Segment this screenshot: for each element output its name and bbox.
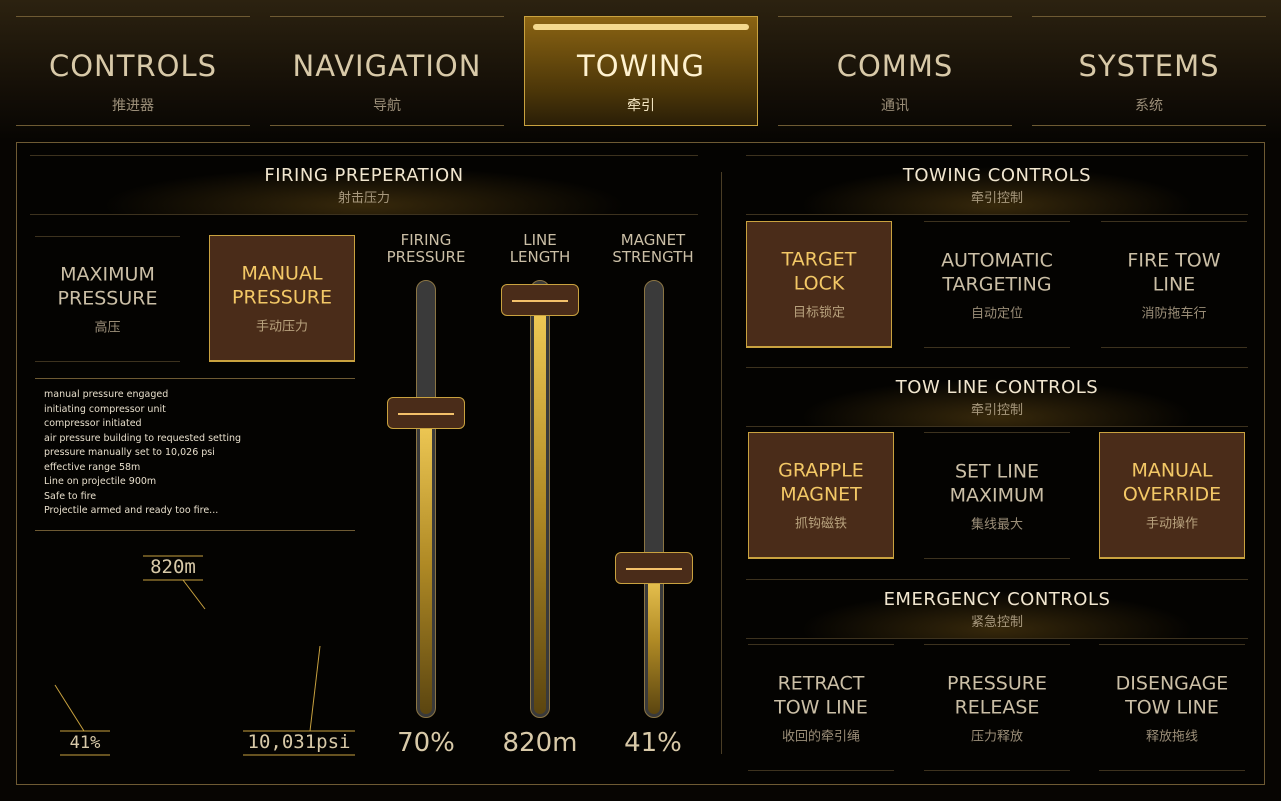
pressure-release-button[interactable]: PRESSURE RELEASE 压力释放 bbox=[924, 644, 1070, 771]
button-sublabel: 收回的牵引绳 bbox=[781, 729, 860, 744]
section-title: TOWING CONTROLS bbox=[902, 165, 1092, 186]
button-label-line1: DISENGAGE bbox=[1115, 672, 1229, 694]
button-label-line1: PRESSURE bbox=[947, 672, 1047, 694]
label-line2: PRESSURE bbox=[386, 248, 466, 266]
button-sublabel: 消防拖车行 bbox=[1141, 306, 1207, 321]
psi-callout: 10,031psi bbox=[247, 731, 351, 753]
panel-divider bbox=[721, 172, 722, 754]
automatic-targeting-button[interactable]: AUTOMATIC TARGETING 自动定位 bbox=[924, 221, 1070, 348]
label-line1: MAGNET bbox=[620, 231, 686, 249]
tab-sublabel: 系统 bbox=[1135, 98, 1163, 114]
emergency-controls-header: EMERGENCY CONTROLS 紧急控制 bbox=[746, 579, 1248, 639]
magnet-strength-slider-handle[interactable] bbox=[615, 552, 693, 584]
tab-sublabel: 通讯 bbox=[881, 98, 909, 114]
manual-override-button[interactable]: MANUAL OVERRIDE 手动操作 bbox=[1099, 432, 1245, 559]
tab-comms[interactable]: COMMS 通讯 bbox=[778, 16, 1012, 126]
retract-tow-line-button[interactable]: RETRACT TOW LINE 收回的牵引绳 bbox=[748, 644, 894, 771]
set-line-maximum-button[interactable]: SET LINE MAXIMUM 集线最大 bbox=[924, 432, 1070, 559]
tab-label: TOWING bbox=[577, 49, 705, 83]
button-label-line1: GRAPPLE bbox=[778, 459, 864, 482]
button-sublabel: 释放拖线 bbox=[1145, 729, 1198, 744]
firing-pressure-slider-track[interactable] bbox=[416, 280, 436, 718]
tab-label: COMMS bbox=[836, 49, 954, 83]
slider-fill bbox=[648, 567, 660, 714]
button-label-line1: SET LINE bbox=[954, 460, 1040, 482]
button-sublabel: 目标锁定 bbox=[792, 305, 845, 321]
button-label-line1: FIRE TOW bbox=[1127, 249, 1221, 271]
button-sublabel: 手动操作 bbox=[1145, 516, 1198, 532]
button-label-line1: TARGET bbox=[781, 248, 857, 271]
firing-pressure-value: 70% bbox=[397, 728, 455, 758]
slider-fill bbox=[534, 299, 546, 714]
percent-callout: 41% bbox=[69, 733, 101, 753]
slider-label-line-length: LINE LENGTH bbox=[490, 232, 590, 266]
tab-towing[interactable]: TOWING 牵引 bbox=[524, 16, 758, 126]
disengage-tow-line-button[interactable]: DISENGAGE TOW LINE 释放拖线 bbox=[1099, 644, 1245, 771]
button-label-line2: MAGNET bbox=[780, 483, 862, 506]
button-sublabel: 抓钩磁铁 bbox=[794, 516, 847, 532]
towing-controls-header: TOWING CONTROLS 牵引控制 bbox=[746, 155, 1248, 215]
section-title: TOW LINE CONTROLS bbox=[895, 377, 1099, 398]
range-callout: 820m bbox=[150, 556, 196, 578]
active-tab-indicator bbox=[533, 24, 749, 30]
button-sublabel: 集线最大 bbox=[970, 517, 1023, 532]
section-subtitle: 紧急控制 bbox=[970, 615, 1023, 630]
label-line1: LINE bbox=[523, 231, 557, 249]
section-title: EMERGENCY CONTROLS bbox=[883, 589, 1111, 610]
button-label-line2: MAXIMUM bbox=[949, 484, 1045, 506]
button-label-line2: TOW LINE bbox=[1125, 696, 1219, 718]
tab-sublabel: 牵引 bbox=[627, 98, 655, 114]
target-lock-button[interactable]: TARGET LOCK 目标锁定 bbox=[746, 221, 892, 348]
button-label-line1: MANUAL bbox=[1131, 459, 1213, 482]
magnet-strength-value: 41% bbox=[624, 728, 682, 758]
grapple-magnet-button[interactable]: GRAPPLE MAGNET 抓钩磁铁 bbox=[748, 432, 894, 559]
button-label-line2: TARGETING bbox=[942, 273, 1052, 295]
slider-label-firing-pressure: FIRING PRESSURE bbox=[376, 232, 476, 266]
fire-tow-line-button[interactable]: FIRE TOW LINE 消防拖车行 bbox=[1101, 221, 1247, 348]
section-subtitle: 牵引控制 bbox=[970, 403, 1023, 418]
section-subtitle: 牵引控制 bbox=[970, 191, 1023, 206]
slider-label-magnet-strength: MAGNET STRENGTH bbox=[603, 232, 703, 266]
label-line2: LENGTH bbox=[509, 248, 571, 266]
label-line2: STRENGTH bbox=[612, 248, 694, 266]
button-sublabel: 自动定位 bbox=[970, 306, 1023, 321]
button-label-line2: TOW LINE bbox=[774, 696, 868, 718]
tab-systems[interactable]: SYSTEMS 系统 bbox=[1032, 16, 1266, 126]
label-line1: FIRING bbox=[400, 231, 452, 249]
button-label-line1: RETRACT bbox=[777, 672, 865, 694]
button-sublabel: 压力释放 bbox=[970, 729, 1023, 744]
button-label-line2: LOCK bbox=[793, 272, 845, 295]
tow-line-controls-header: TOW LINE CONTROLS 牵引控制 bbox=[746, 367, 1248, 427]
firing-pressure-slider-handle[interactable] bbox=[387, 397, 465, 429]
slider-fill bbox=[420, 412, 432, 714]
tab-label: SYSTEMS bbox=[1078, 49, 1220, 83]
line-length-value: 820m bbox=[502, 728, 578, 758]
magnet-strength-slider-track[interactable] bbox=[644, 280, 664, 718]
button-label-line2: RELEASE bbox=[954, 696, 1040, 718]
callout-leader-lines bbox=[54, 555, 355, 756]
button-label-line1: AUTOMATIC bbox=[941, 249, 1053, 271]
button-label-line2: LINE bbox=[1152, 273, 1196, 295]
button-label-line2: OVERRIDE bbox=[1122, 483, 1222, 506]
line-length-slider-track[interactable] bbox=[530, 280, 550, 718]
line-length-slider-handle[interactable] bbox=[501, 284, 579, 316]
